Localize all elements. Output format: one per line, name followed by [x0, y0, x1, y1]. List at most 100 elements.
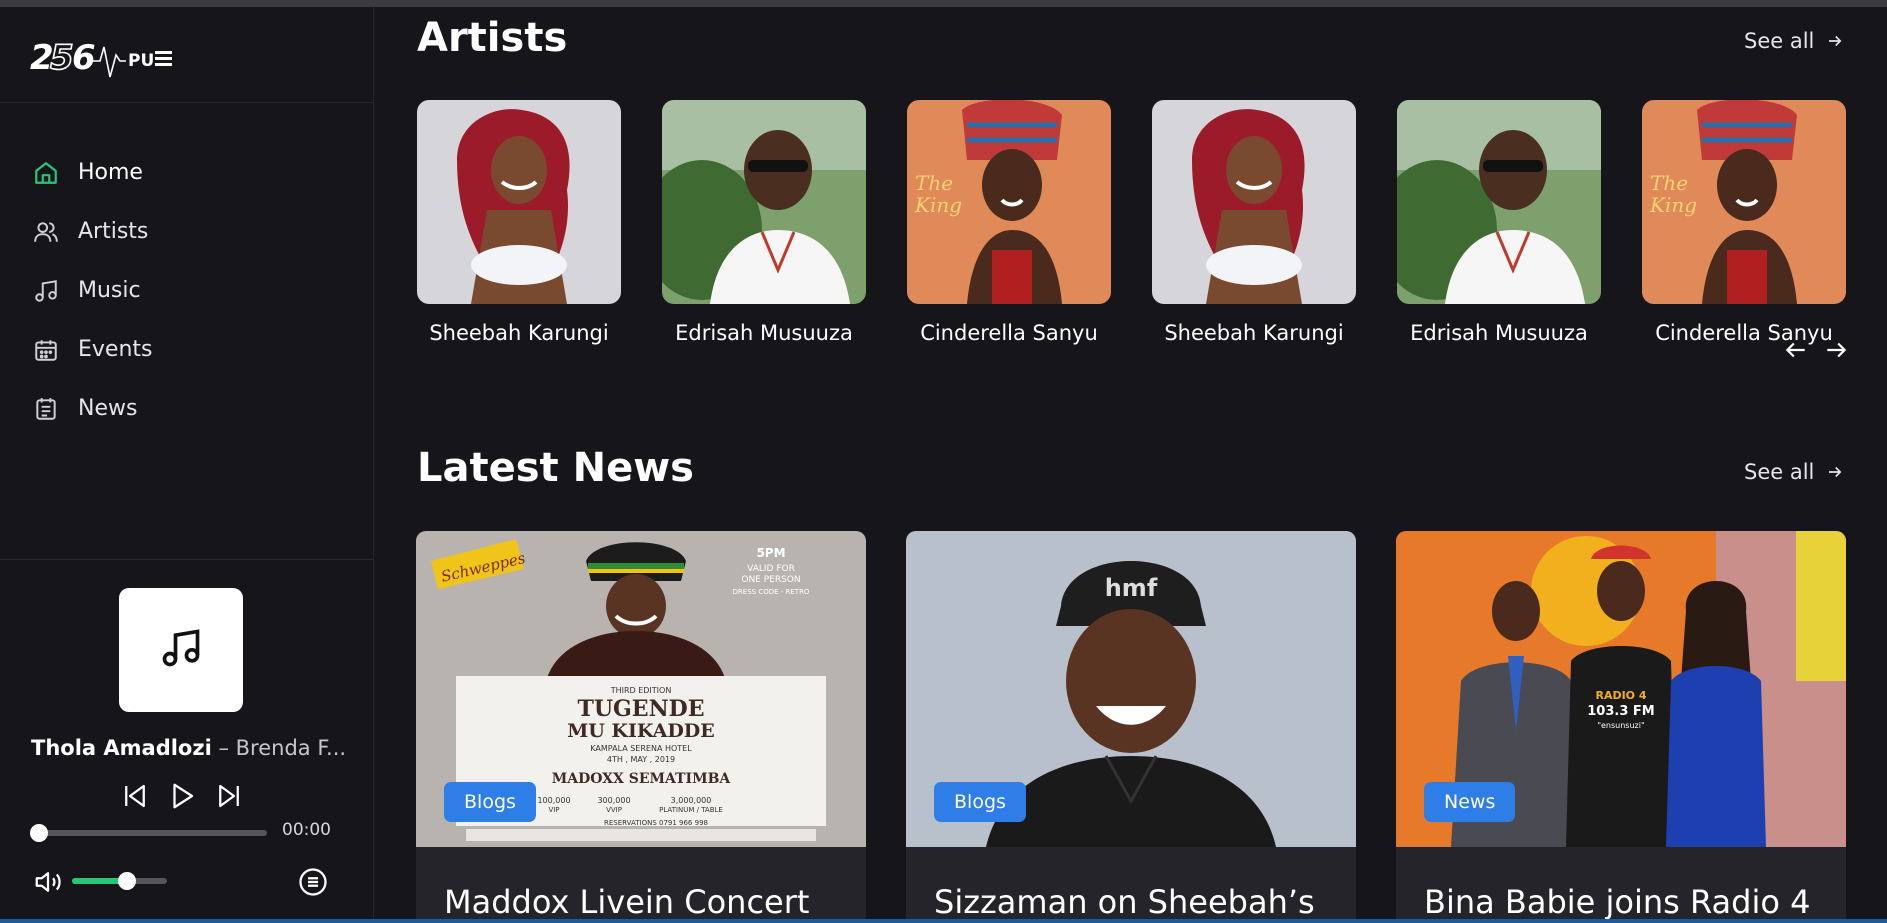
browser-top-strip: [0, 0, 1887, 7]
poster-valid: VALID FOR: [747, 564, 795, 574]
news-title[interactable]: Maddox Livein Concert: [444, 883, 809, 919]
svg-text:King: King: [914, 193, 962, 217]
radio-frequency: 103.3 FM: [1587, 704, 1654, 719]
svg-text:5: 5: [50, 38, 74, 78]
poster-price1-label: VIP: [548, 806, 559, 814]
see-all-label: See all: [1744, 460, 1815, 484]
artist-photo: [417, 100, 621, 304]
artist-card[interactable]: Sheebah Karungi: [417, 100, 621, 345]
nav-label: Events: [78, 337, 153, 362]
radio-tagline: "ensunsuzi": [1597, 721, 1644, 730]
poster-act: MADOXX SEMATIMBA: [552, 771, 732, 787]
playback-controls: [118, 779, 246, 813]
news-section-title: Latest News: [417, 445, 694, 491]
artist-name: Cinderella Sanyu: [920, 321, 1098, 345]
home-icon: [32, 159, 60, 187]
volume-thumb[interactable]: [118, 872, 137, 890]
news-card[interactable]: RADIO 4 103.3 FM "ensunsuzi" News Bina B…: [1396, 531, 1846, 919]
svg-text:The: The: [1650, 171, 1688, 195]
calendar-icon: [32, 336, 60, 364]
nav-label: Artists: [78, 219, 149, 244]
cap-text: hmf: [1105, 574, 1158, 602]
poster-price3-label: PLATINUM / TABLE: [659, 806, 723, 814]
main-nav: Home Artists Music Events News: [0, 143, 374, 438]
play-icon[interactable]: [165, 779, 199, 813]
arrow-right-icon[interactable]: [1821, 335, 1851, 365]
elapsed-time: 00:00: [282, 820, 331, 840]
users-icon: [32, 218, 60, 246]
track-artist: Brenda F...: [235, 736, 347, 760]
artist-card[interactable]: The King Cinderella Sanyu: [907, 100, 1111, 345]
arrow-left-icon[interactable]: [1781, 335, 1811, 365]
track-artwork: [119, 588, 243, 712]
poster-edition: THIRD EDITION: [610, 686, 672, 695]
seek-slider[interactable]: [30, 824, 267, 842]
poster-line1: TUGENDE: [577, 696, 704, 722]
nav-item-news[interactable]: News: [0, 379, 374, 438]
artist-name: Sheebah Karungi: [429, 321, 609, 345]
news-card[interactable]: Schweppes 5PM VALID FOR ONE PERSON DRESS…: [416, 531, 866, 919]
artist-photo: The King: [907, 100, 1111, 304]
poster-line2: MU KIKADDE: [567, 720, 715, 742]
poster-time: 5PM: [756, 546, 785, 560]
artist-photo: [1152, 100, 1356, 304]
poster-dress: DRESS CODE - RETRO: [733, 588, 810, 596]
poster-price2: 300,000: [597, 796, 630, 805]
seek-thumb[interactable]: [30, 824, 48, 842]
poster-price3: 3,000,000: [671, 796, 712, 805]
sidebar: 2 5 6 PU Home Artists Music Events News …: [0, 7, 374, 919]
svg-text:The: The: [915, 171, 953, 195]
nav-item-home[interactable]: Home: [0, 143, 374, 202]
artists-section-title: Artists: [417, 15, 568, 61]
artist-name: Sheebah Karungi: [1164, 321, 1344, 345]
svg-text:King: King: [1649, 193, 1697, 217]
radio-station: RADIO 4: [1595, 689, 1646, 702]
artists-carousel-nav: [1781, 335, 1851, 365]
player-divider: [0, 559, 374, 560]
artist-card[interactable]: Edrisah Musuuza: [1397, 100, 1601, 345]
category-badge[interactable]: Blogs: [934, 782, 1026, 822]
queue-icon[interactable]: [298, 867, 328, 897]
poster-person: ONE PERSON: [741, 575, 800, 585]
artist-card[interactable]: Sheebah Karungi: [1152, 100, 1356, 345]
artist-photo: The King: [1642, 100, 1846, 304]
logo-divider: [0, 102, 374, 103]
artist-name: Edrisah Musuuza: [675, 321, 853, 345]
poster-date: 4TH , MAY , 2019: [607, 755, 675, 764]
artist-photo: [662, 100, 866, 304]
arrow-right-icon: [1829, 35, 1842, 47]
category-badge[interactable]: News: [1424, 782, 1516, 822]
news-title[interactable]: Sizzaman on Sheebah’s: [934, 883, 1315, 919]
music-note-icon: [159, 626, 203, 674]
site-logo[interactable]: 2 5 6 PU: [30, 33, 180, 83]
arrow-right-icon: [1829, 466, 1842, 478]
next-icon[interactable]: [212, 779, 246, 813]
news-see-all-link[interactable]: See all: [1744, 460, 1844, 484]
artist-card[interactable]: Edrisah Musuuza: [662, 100, 866, 345]
volume-icon[interactable]: [32, 867, 64, 897]
poster-price1: 100,000: [537, 796, 570, 805]
poster-reservations: RESERVATIONS 0791 966 998: [604, 819, 708, 827]
artist-card[interactable]: The King Cinderella Sanyu: [1642, 100, 1846, 345]
newspaper-icon: [32, 395, 60, 423]
artist-name: Edrisah Musuuza: [1410, 321, 1588, 345]
svg-text:PU: PU: [128, 51, 154, 71]
browser-bottom-strip: [0, 919, 1887, 923]
music-note-icon: [32, 277, 60, 305]
nav-label: Home: [78, 160, 143, 185]
main-content: Artists See all Sheebah Karungi Edrisah …: [375, 7, 1887, 919]
nav-label: News: [78, 396, 138, 421]
nav-label: Music: [78, 278, 141, 303]
volume-slider[interactable]: [72, 872, 167, 890]
previous-icon[interactable]: [118, 779, 152, 813]
now-playing-text: Thola Amadlozi – Brenda F...: [31, 736, 351, 760]
poster-price2-label: VVIP: [606, 806, 622, 814]
news-card[interactable]: hmf Blogs Sizzaman on Sheebah’s: [906, 531, 1356, 919]
news-title[interactable]: Bina Babie joins Radio 4: [1424, 883, 1810, 919]
nav-item-events[interactable]: Events: [0, 320, 374, 379]
see-all-label: See all: [1744, 29, 1815, 53]
nav-item-artists[interactable]: Artists: [0, 202, 374, 261]
artists-see-all-link[interactable]: See all: [1744, 29, 1844, 53]
nav-item-music[interactable]: Music: [0, 261, 374, 320]
category-badge[interactable]: Blogs: [444, 782, 536, 822]
